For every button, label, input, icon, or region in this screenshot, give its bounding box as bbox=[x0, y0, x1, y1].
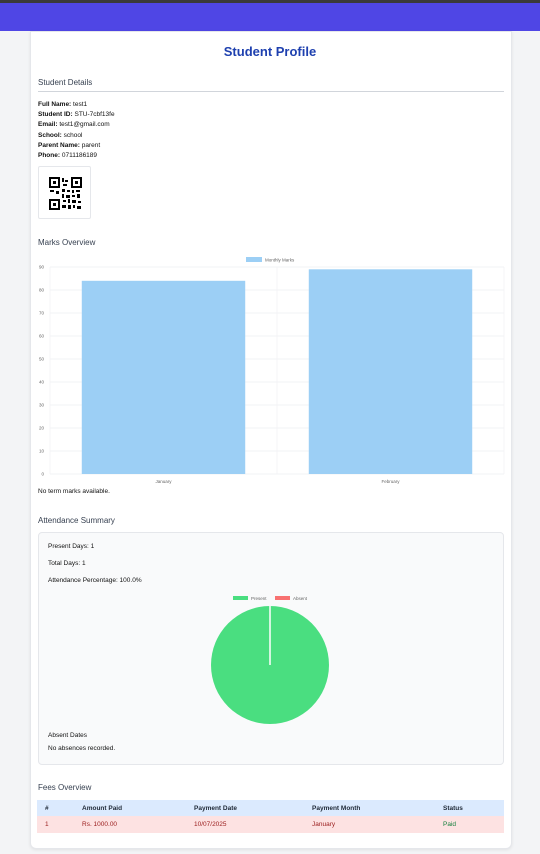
attendance-summary-heading: Attendance Summary bbox=[38, 516, 115, 525]
y-tick-label: 20 bbox=[39, 426, 45, 431]
qr-code-icon bbox=[49, 177, 82, 210]
status-badge: Paid bbox=[435, 816, 504, 833]
phone-value: 0711186189 bbox=[61, 152, 98, 160]
col-payment-month: Payment Month bbox=[304, 800, 435, 816]
divider bbox=[38, 91, 504, 92]
y-tick-label: 0 bbox=[41, 472, 44, 477]
parent-value: parent bbox=[81, 141, 101, 149]
marks-bar-chart: 0 10 20 30 40 50 60 70 80 90 January February Monthl… bbox=[39, 257, 505, 484]
absent-dates-heading: Absent Dates bbox=[48, 732, 88, 739]
legend-swatch bbox=[246, 257, 262, 262]
bar bbox=[81, 280, 246, 474]
student-id-label: Student ID: bbox=[38, 111, 73, 119]
fee-number: 1 bbox=[37, 816, 74, 833]
fee-amount: Rs. 1000.00 bbox=[74, 816, 186, 833]
fees-overview-heading: Fees Overview bbox=[38, 783, 92, 792]
school-row: School: school bbox=[38, 131, 115, 141]
legend-label: Present bbox=[251, 596, 267, 601]
school-value: school bbox=[63, 131, 83, 139]
student-details-heading: Student Details bbox=[38, 78, 93, 87]
legend-label: Absent bbox=[293, 596, 308, 601]
legend-swatch bbox=[275, 596, 290, 600]
top-bar bbox=[0, 0, 540, 31]
fee-month: January bbox=[304, 816, 435, 833]
y-tick-label: 70 bbox=[39, 311, 45, 316]
table-row: 1 Rs. 1000.00 10/07/2025 January Paid bbox=[37, 816, 504, 833]
phone-row: Phone: 0711186189 bbox=[38, 151, 115, 161]
present-days: Present Days: 1 bbox=[48, 543, 95, 550]
y-tick-label: 50 bbox=[39, 357, 45, 362]
student-id-row: Student ID: STU-7cbf13fe bbox=[38, 110, 115, 120]
email-row: Email: test1@gmail.com bbox=[38, 120, 115, 130]
bar bbox=[308, 269, 473, 474]
full-name-value: test1 bbox=[73, 101, 88, 108]
legend-swatch bbox=[233, 596, 248, 600]
attendance-percentage: Attendance Percentage: 100.0% bbox=[48, 577, 142, 584]
y-tick-label: 80 bbox=[39, 288, 45, 293]
student-id-value: STU-7cbf13fe bbox=[74, 111, 115, 119]
fee-date: 10/07/2025 bbox=[186, 816, 304, 833]
fees-header-row: # Amount Paid Payment Date Payment Month… bbox=[37, 800, 504, 816]
term-marks-note: No term marks available. bbox=[38, 488, 110, 495]
absent-dates-note: No absences recorded. bbox=[48, 745, 116, 752]
parent-label: Parent Name: bbox=[38, 141, 80, 149]
x-tick-label: January bbox=[155, 479, 172, 484]
full-name-row: Full Name: test1 bbox=[38, 100, 115, 110]
qr-code bbox=[38, 166, 91, 219]
school-label: School: bbox=[38, 131, 62, 139]
col-payment-date: Payment Date bbox=[186, 800, 304, 816]
y-tick-label: 10 bbox=[39, 449, 45, 454]
col-status: Status bbox=[435, 800, 504, 816]
y-tick-label: 30 bbox=[39, 403, 45, 408]
student-details: Full Name: test1 Student ID: STU-7cbf13f… bbox=[38, 100, 115, 161]
y-tick-label: 60 bbox=[39, 334, 45, 339]
x-tick-label: February bbox=[381, 479, 400, 484]
col-amount-paid: Amount Paid bbox=[74, 800, 186, 816]
fees-table: # Amount Paid Payment Date Payment Month… bbox=[37, 800, 504, 833]
phone-label: Phone: bbox=[38, 152, 61, 160]
y-tick-label: 90 bbox=[39, 265, 45, 270]
attendance-pie-chart: Present Absent bbox=[211, 596, 329, 724]
email-value: test1@gmail.com bbox=[59, 121, 110, 129]
y-tick-label: 40 bbox=[39, 380, 45, 385]
col-number: # bbox=[37, 800, 74, 816]
full-name-label: Full Name: bbox=[38, 101, 72, 108]
page-title: Student Profile bbox=[223, 44, 317, 59]
legend-label: Monthly Marks bbox=[265, 258, 295, 263]
email-label: Email: bbox=[38, 121, 58, 129]
marks-overview-heading: Marks Overview bbox=[38, 238, 96, 247]
total-days: Total Days: 1 bbox=[48, 560, 86, 567]
parent-row: Parent Name: parent bbox=[38, 141, 115, 151]
